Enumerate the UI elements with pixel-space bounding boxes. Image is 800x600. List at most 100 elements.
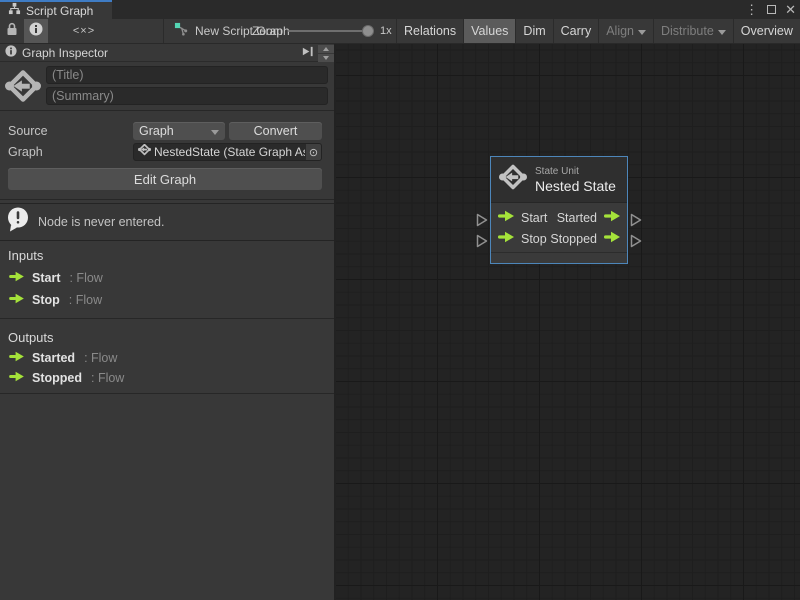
- align-label: Align: [606, 24, 634, 38]
- convert-label: Convert: [254, 124, 298, 138]
- port-type: : Flow: [84, 351, 117, 365]
- input-port-row: Start : Flow: [8, 270, 103, 286]
- summary-input[interactable]: [46, 87, 328, 105]
- zoom-slider-handle[interactable]: [362, 25, 374, 37]
- dim-label: Dim: [523, 24, 545, 38]
- flow-arrow-icon: [8, 291, 25, 309]
- convert-button[interactable]: Convert: [229, 122, 322, 140]
- edit-graph-label: Edit Graph: [134, 172, 196, 187]
- flow-arrow-icon[interactable]: [497, 230, 515, 248]
- source-dropdown[interactable]: Graph: [133, 122, 225, 140]
- graph-hierarchy-icon: [8, 2, 21, 20]
- port-type: : Flow: [69, 293, 102, 307]
- graph-label: Graph: [8, 145, 43, 159]
- node-footer: [491, 252, 627, 263]
- dim-button[interactable]: Dim: [515, 19, 552, 43]
- dock-panel-icon[interactable]: [301, 45, 314, 61]
- divider: [0, 393, 334, 394]
- chevron-down-icon: [211, 130, 219, 135]
- external-output-port-icon[interactable]: [630, 213, 642, 232]
- inputs-header: Inputs: [8, 248, 43, 263]
- flow-arrow-icon: [8, 349, 25, 367]
- warning-text: Node is never entered.: [38, 215, 164, 229]
- edit-graph-button[interactable]: Edit Graph: [8, 168, 322, 190]
- graph-object-value: NestedState (State Graph As: [154, 145, 305, 159]
- node-body: Start Started Stop Stopped: [491, 203, 627, 252]
- carry-button[interactable]: Carry: [553, 19, 599, 43]
- chevron-down-icon: [638, 30, 646, 35]
- source-dropdown-value: Graph: [139, 124, 174, 138]
- tab-title: Script Graph: [26, 4, 93, 18]
- script-graph-window: Script Graph ⋮ ✕: [0, 0, 800, 600]
- graph-inspector-panel: Graph Inspector Source Gr: [0, 44, 336, 600]
- overview-button[interactable]: Overview: [733, 19, 800, 43]
- lock-button[interactable]: [0, 19, 23, 43]
- node-header: State Unit Nested State: [491, 157, 627, 203]
- divider: [0, 110, 334, 111]
- zoom-value: 1x: [380, 19, 392, 43]
- lock-icon: [6, 22, 18, 41]
- flow-arrow-icon[interactable]: [497, 209, 515, 227]
- window-controls: ⋮ ✕: [745, 0, 796, 19]
- tab-bar: Script Graph ⋮ ✕: [0, 0, 800, 19]
- object-picker-icon: ⊙: [309, 146, 318, 159]
- port-name: Stop: [32, 293, 60, 307]
- nested-state-node[interactable]: State Unit Nested State Start Started: [490, 156, 628, 264]
- port-label: Stop: [521, 232, 547, 246]
- zoom-label: Zoom: [252, 19, 283, 43]
- node-port-row: Stop Stopped: [491, 228, 627, 249]
- title-input[interactable]: [46, 66, 328, 84]
- flow-arrow-icon[interactable]: [603, 230, 621, 248]
- source-label: Source: [8, 124, 48, 138]
- zoom-slider[interactable]: [288, 30, 372, 32]
- port-type: : Flow: [91, 371, 124, 385]
- graph-canvas[interactable]: State Unit Nested State Start Started: [336, 44, 800, 600]
- divider: [0, 318, 334, 319]
- object-picker-button[interactable]: ⊙: [305, 144, 321, 160]
- port-name: Start: [32, 271, 60, 285]
- inspector-scroll-buttons: [318, 45, 334, 62]
- state-unit-icon: [5, 68, 41, 109]
- flow-arrow-icon[interactable]: [603, 209, 621, 227]
- external-input-port-icon[interactable]: [476, 213, 488, 232]
- triangle-up-icon: [323, 47, 329, 51]
- warning-box: Node is never entered.: [0, 203, 334, 241]
- info-icon: [29, 22, 43, 41]
- distribute-button[interactable]: Distribute: [653, 19, 733, 43]
- port-name: Started: [32, 351, 75, 365]
- tab-script-graph[interactable]: Script Graph: [0, 0, 112, 19]
- external-output-port-icon[interactable]: [630, 234, 642, 253]
- relations-button[interactable]: Relations: [396, 19, 463, 43]
- warning-icon: [5, 206, 32, 238]
- state-graph-asset-icon: [138, 143, 151, 161]
- inspector-header: Graph Inspector: [0, 44, 334, 62]
- window-maximize-icon[interactable]: [767, 5, 776, 14]
- scroll-down-button[interactable]: [318, 54, 334, 62]
- toolbar-button-group: Relations Values Dim Carry Align Distrib…: [396, 19, 800, 43]
- overview-label: Overview: [741, 24, 793, 38]
- graph-toolbar: <×> New Script Graph Zoom 1x Relations: [0, 19, 800, 44]
- align-button[interactable]: Align: [598, 19, 653, 43]
- window-close-icon[interactable]: ✕: [785, 0, 796, 19]
- window-menu-icon[interactable]: ⋮: [745, 0, 758, 19]
- output-port-row: Stopped : Flow: [8, 370, 124, 386]
- inspector-toggle-button[interactable]: [24, 19, 48, 43]
- flow-arrow-icon: [8, 369, 25, 387]
- toolbar-separator: [163, 19, 164, 43]
- distribute-label: Distribute: [661, 24, 714, 38]
- port-name: Stopped: [32, 371, 82, 385]
- scroll-up-button[interactable]: [318, 45, 334, 53]
- state-unit-icon: [499, 163, 527, 196]
- chevron-down-icon: [718, 30, 726, 35]
- external-input-port-icon[interactable]: [476, 234, 488, 253]
- flow-arrow-icon: [8, 269, 25, 287]
- outputs-header: Outputs: [8, 330, 54, 345]
- node-kind: State Unit: [535, 166, 616, 177]
- port-label: Start: [521, 211, 547, 225]
- port-label: Stopped: [550, 232, 597, 246]
- values-button[interactable]: Values: [463, 19, 515, 43]
- code-view-button[interactable]: <×>: [62, 19, 106, 43]
- graph-object-field[interactable]: NestedState (State Graph As ⊙: [133, 143, 322, 161]
- port-type: : Flow: [69, 271, 102, 285]
- node-title: Nested State: [535, 178, 616, 194]
